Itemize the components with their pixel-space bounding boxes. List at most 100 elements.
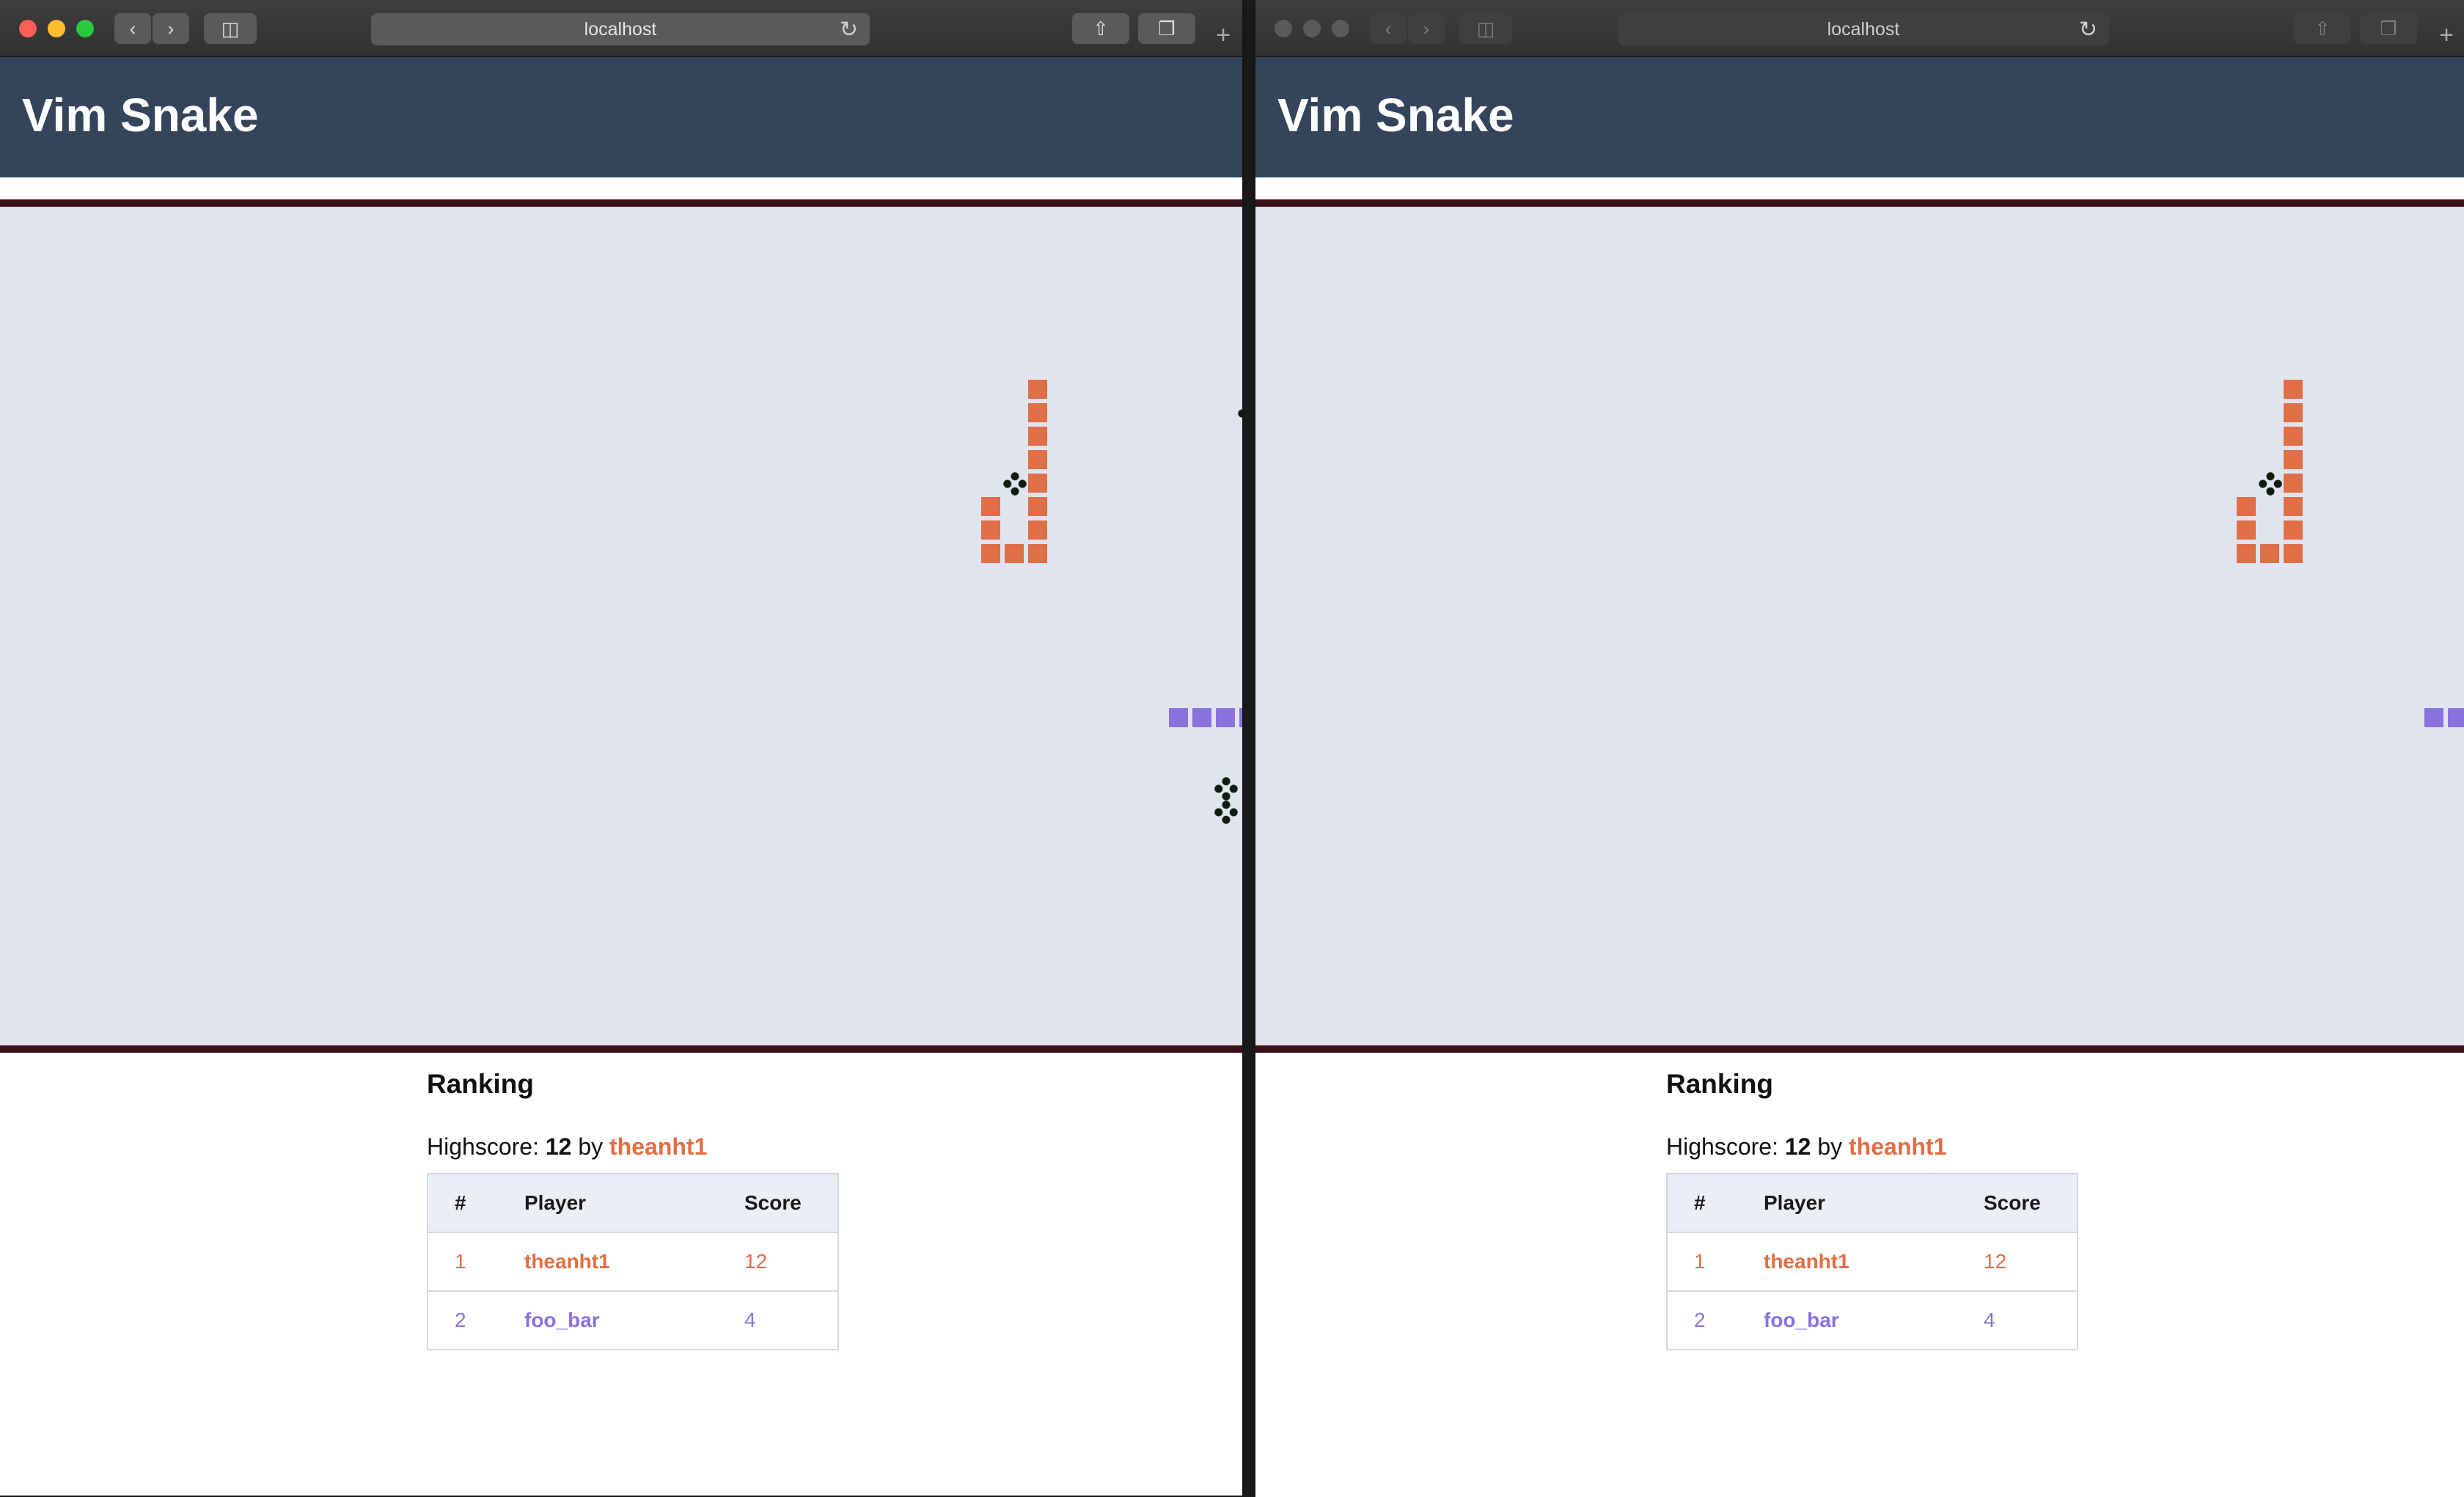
player-cell: theanht1: [524, 1232, 744, 1292]
player-cell: foo_bar: [1764, 1290, 1984, 1350]
browser-toolbar: ‹ › ◫ localhost ↻ ⇧ ❐ +: [1255, 0, 2464, 57]
address-bar[interactable]: localhost ↻: [371, 13, 870, 45]
table-row: 1 theanht1 12: [1666, 1232, 2078, 1292]
snake-segment-theanht1: [1027, 496, 1049, 518]
highscore-label: Highscore:: [1666, 1133, 1778, 1160]
score-cell: 12: [744, 1232, 839, 1292]
snake-segment-theanht1: [2282, 472, 2304, 494]
new-tab-button[interactable]: +: [1207, 19, 1239, 51]
tabs-icon: ❐: [2380, 17, 2397, 40]
snake-segment-theanht1: [980, 542, 1002, 564]
score-cell: 4: [744, 1290, 839, 1350]
close-window-button[interactable]: [1275, 20, 1292, 37]
back-icon: ‹: [129, 17, 136, 40]
url-text: localhost: [584, 18, 657, 40]
snake-segment-foo_bar: [1167, 707, 1189, 729]
reload-icon[interactable]: ↻: [2079, 17, 2097, 43]
highscore-value: 12: [1784, 1133, 1811, 1160]
snake-segment-theanht1: [2235, 542, 2257, 564]
ranking-header-row: # Player Score: [1666, 1173, 2078, 1233]
close-window-button[interactable]: [19, 20, 37, 37]
sidebar-icon: ◫: [1476, 17, 1495, 40]
snake-segment-theanht1: [2282, 519, 2304, 541]
snake-segment-theanht1: [1027, 542, 1049, 564]
snake-segment-theanht1: [1003, 542, 1025, 564]
ranking-header-row: # Player Score: [427, 1173, 839, 1233]
snake-segment-theanht1: [1027, 519, 1049, 541]
back-button[interactable]: ‹: [1370, 13, 1407, 44]
column-header-score: Score: [744, 1173, 839, 1233]
column-header-player: Player: [524, 1173, 744, 1233]
rank-cell: 2: [427, 1290, 524, 1350]
highscore-player[interactable]: theanht1: [1849, 1133, 1946, 1160]
share-icon: ⇧: [1093, 17, 1109, 40]
share-icon: ⇧: [2314, 17, 2331, 40]
new-tab-icon: +: [1216, 21, 1231, 49]
food-item: [1214, 801, 1238, 824]
url-text: localhost: [1827, 18, 1900, 40]
snake-segment-theanht1: [980, 519, 1002, 541]
ranking-title: Ranking: [1666, 1069, 1773, 1099]
snake-segment-foo_bar: [2423, 707, 2445, 729]
page-header: Vim Snake: [0, 57, 1242, 177]
food-item: [1238, 402, 1242, 425]
player-cell: foo_bar: [524, 1290, 744, 1350]
food-item: [1214, 777, 1238, 801]
snake-segment-theanht1: [1027, 378, 1049, 400]
snake-segment-theanht1: [2259, 542, 2281, 564]
highscore-by: by: [578, 1133, 604, 1160]
reload-icon[interactable]: ↻: [840, 17, 858, 43]
rank-cell: 1: [427, 1232, 524, 1292]
food-item: [1003, 472, 1027, 496]
tabs-overview-button[interactable]: ❐: [1138, 13, 1195, 44]
score-cell: 4: [1984, 1290, 2078, 1350]
address-bar[interactable]: localhost ↻: [1618, 13, 2109, 45]
highscore-by: by: [1817, 1133, 1843, 1160]
ranking-table: # Player Score 1 theanht1 12 2 foo_bar 4: [427, 1173, 839, 1350]
game-board: [0, 199, 1242, 1053]
new-tab-icon: +: [2439, 21, 2454, 49]
share-button[interactable]: ⇧: [1072, 13, 1129, 44]
snake-segment-theanht1: [2282, 449, 2304, 471]
snake-segment-theanht1: [1027, 425, 1049, 447]
sidebar-button[interactable]: ◫: [204, 13, 257, 44]
browser-window-right: ‹ › ◫ localhost ↻ ⇧ ❐ + Vim Snake Rankin…: [1255, 0, 2464, 1497]
sidebar-button[interactable]: ◫: [1459, 13, 1512, 44]
new-tab-button[interactable]: +: [2430, 19, 2463, 51]
zoom-window-button[interactable]: [1332, 20, 1349, 37]
player-cell: theanht1: [1764, 1232, 1984, 1292]
snake-segment-foo_bar: [1191, 707, 1213, 729]
forward-button[interactable]: ›: [153, 13, 189, 44]
highscore-line: Highscore: 12 by theanht1: [427, 1133, 707, 1161]
back-button[interactable]: ‹: [114, 13, 151, 44]
column-header-rank: #: [1666, 1173, 1764, 1233]
snake-segment-theanht1: [2282, 496, 2304, 518]
snake-segment-theanht1: [1027, 402, 1049, 424]
highscore-value: 12: [545, 1133, 572, 1160]
back-icon: ‹: [1385, 17, 1392, 40]
browser-toolbar: ‹ › ◫ localhost ↻ ⇧ ❐ +: [0, 0, 1242, 57]
snake-segment-foo_bar: [2446, 707, 2464, 729]
snake-segment-foo_bar: [1238, 707, 1242, 729]
snake-segment-theanht1: [2282, 425, 2304, 447]
share-button[interactable]: ⇧: [2294, 13, 2351, 44]
highscore-line: Highscore: 12 by theanht1: [1666, 1133, 1946, 1161]
highscore-label: Highscore:: [427, 1133, 539, 1160]
tabs-overview-button[interactable]: ❐: [2360, 13, 2417, 44]
column-header-player: Player: [1764, 1173, 1984, 1233]
snake-segment-theanht1: [2282, 378, 2304, 400]
forward-icon: ›: [167, 17, 175, 40]
minimize-window-button[interactable]: [1303, 20, 1321, 37]
snake-segment-foo_bar: [1214, 707, 1236, 729]
column-header-score: Score: [1984, 1173, 2078, 1233]
table-row: 2 foo_bar 4: [427, 1290, 839, 1350]
snake-segment-theanht1: [2235, 496, 2257, 518]
browser-window-left: ‹ › ◫ localhost ↻ ⇧ ❐ + Vim Snake Rankin…: [0, 0, 1242, 1496]
rank-cell: 1: [1666, 1232, 1764, 1292]
forward-button[interactable]: ›: [1408, 13, 1445, 44]
column-header-rank: #: [427, 1173, 524, 1233]
food-item: [2259, 472, 2282, 496]
minimize-window-button[interactable]: [48, 20, 65, 37]
highscore-player[interactable]: theanht1: [609, 1133, 707, 1160]
zoom-window-button[interactable]: [76, 20, 94, 37]
